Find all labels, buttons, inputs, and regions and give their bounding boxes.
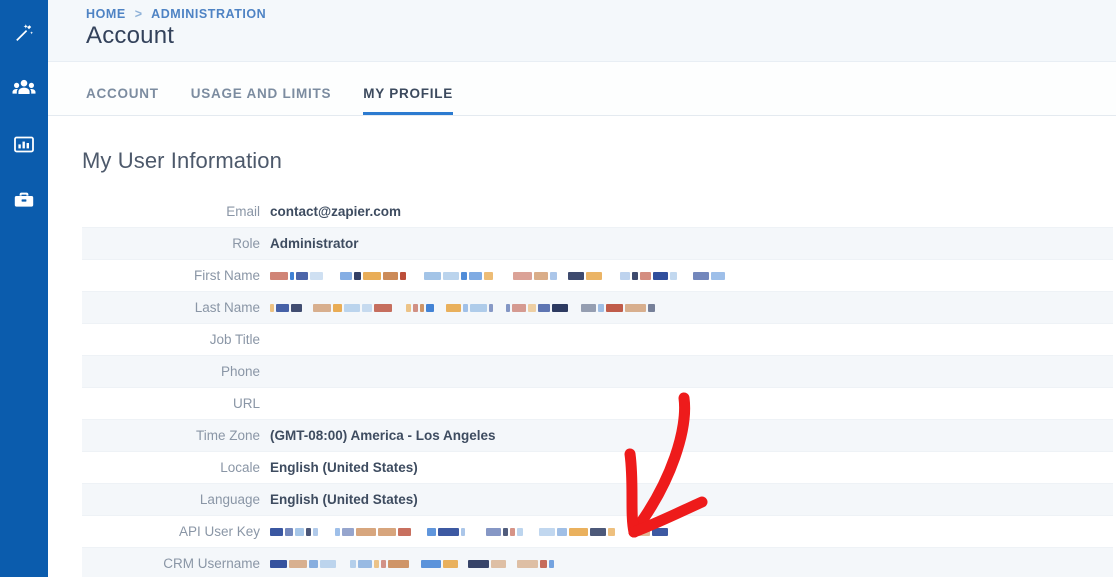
sidebar-item-contacts[interactable] — [0, 60, 48, 116]
row-label: Language — [199, 492, 260, 507]
redacted-value — [270, 301, 1113, 315]
row-value — [270, 557, 1113, 571]
section-title: My User Information — [82, 148, 282, 173]
row-value: contact@zapier.com — [270, 204, 401, 219]
breadcrumb-home[interactable]: HOME — [86, 7, 126, 21]
table-row: Time Zone (GMT-08:00) America - Los Angel… — [82, 420, 1113, 452]
page-title: Account — [86, 22, 175, 49]
table-row: URL — [82, 388, 1113, 420]
row-value: (GMT-08:00) America - Los Angeles — [270, 428, 496, 443]
page-header: HOME > ADMINISTRATION Account — [48, 0, 1116, 62]
redacted-value — [270, 525, 1113, 539]
people-group-icon — [12, 77, 36, 99]
table-row: Locale English (United States) — [82, 452, 1113, 484]
table-row: Language English (United States) — [82, 484, 1113, 516]
row-label: Locale — [220, 460, 260, 475]
row-label: Time Zone — [195, 428, 260, 443]
row-label: Last Name — [194, 300, 260, 315]
sidebar-item-automations[interactable] — [0, 4, 48, 60]
chart-bar-icon — [13, 133, 35, 155]
row-label: Job Title — [209, 332, 260, 347]
magic-wand-icon — [13, 21, 35, 43]
row-value: Administrator — [270, 236, 359, 251]
breadcrumb: HOME > ADMINISTRATION — [86, 7, 266, 21]
row-label: Role — [232, 236, 260, 251]
tab-account[interactable]: ACCOUNT — [86, 86, 159, 115]
row-value: English (United States) — [270, 460, 418, 475]
breadcrumb-separator: > — [134, 7, 143, 21]
row-label: API User Key — [178, 524, 260, 539]
account-my-profile-page: HOME > ADMINISTRATION Account ACCOUNT US… — [0, 0, 1116, 577]
row-label: CRM Username — [163, 556, 260, 571]
user-information-table: Email contact@zapier.com Role Administrator… — [82, 196, 1113, 577]
main-content: HOME > ADMINISTRATION Account ACCOUNT US… — [48, 0, 1116, 577]
redacted-value — [270, 557, 1113, 571]
row-label: First Name — [193, 268, 260, 283]
table-row: Job Title — [82, 324, 1113, 356]
row-label: Phone — [220, 364, 260, 379]
table-row: Role Administrator — [82, 228, 1113, 260]
row-label: URL — [232, 396, 260, 411]
tab-my-profile[interactable]: MY PROFILE — [363, 86, 454, 115]
sidebar-item-reports[interactable] — [0, 116, 48, 172]
redacted-value — [270, 269, 1113, 283]
table-row: First Name — [82, 260, 1113, 292]
tab-bar: ACCOUNT USAGE AND LIMITS MY PROFILE — [48, 62, 1116, 116]
table-row: Last Name — [82, 292, 1113, 324]
sidebar-item-deals[interactable] — [0, 172, 48, 228]
row-label: Email — [226, 204, 260, 219]
left-icon-rail — [0, 0, 48, 577]
row-value — [270, 301, 1113, 315]
row-value: English (United States) — [270, 492, 418, 507]
table-row: API User Key — [82, 516, 1113, 548]
row-value — [270, 525, 1113, 539]
table-row: Phone — [82, 356, 1113, 388]
briefcase-icon — [13, 189, 35, 211]
table-row: Email contact@zapier.com — [82, 196, 1113, 228]
table-row: CRM Username — [82, 548, 1113, 577]
tab-usage-and-limits[interactable]: USAGE AND LIMITS — [191, 86, 332, 115]
row-value — [270, 269, 1113, 283]
breadcrumb-administration[interactable]: ADMINISTRATION — [151, 7, 266, 21]
